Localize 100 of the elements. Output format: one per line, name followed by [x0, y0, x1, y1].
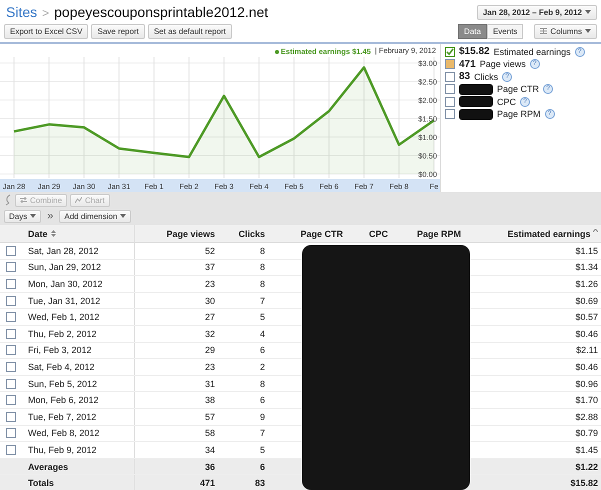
columns-dropdown[interactable]: Columns: [534, 24, 597, 38]
table-cell-text: 37: [204, 262, 216, 272]
table-cell-text: 32: [204, 328, 216, 339]
metric-label: Estimated earnings: [494, 46, 571, 57]
table-cell-text: $1.70: [574, 395, 599, 406]
table-cell-text: 7: [258, 296, 266, 306]
column-header[interactable]: Page CTR: [268, 228, 346, 238]
metric-label: Page views: [480, 59, 526, 70]
sort-icon: [593, 228, 598, 232]
table-cell-text: $0.57: [574, 312, 599, 322]
metric-checkbox[interactable]: [445, 96, 455, 107]
row-checkbox[interactable]: [6, 362, 16, 372]
sort-icon: [50, 230, 56, 237]
table-cell-text: 27: [204, 312, 216, 322]
table-cell-text: 34: [204, 444, 216, 455]
column-header[interactable]: Date: [22, 225, 135, 242]
metric-label: CPC: [497, 96, 516, 107]
metric-label: Page CTR: [497, 84, 540, 94]
date-cell: Averages: [22, 458, 135, 474]
table-cell-text: 8: [258, 278, 266, 289]
row-checkbox[interactable]: [6, 262, 16, 272]
table-cell-text: $0.46: [574, 362, 599, 372]
table-cell-text: 38: [204, 395, 216, 406]
row-checkbox[interactable]: [6, 312, 16, 322]
table-cell-text: $1.34: [574, 262, 599, 272]
table-cell-text: $1.15: [574, 246, 599, 256]
metric-value: $15.82: [459, 46, 490, 58]
date-cell: Mon, Feb 6, 2012: [22, 392, 135, 408]
view-tab[interactable]: Events: [486, 24, 524, 38]
table-cell-text: 23: [204, 362, 216, 372]
metric-checkbox[interactable]: [445, 46, 455, 57]
line-chart-icon: [75, 197, 82, 203]
row-checkbox[interactable]: [6, 246, 16, 256]
metric-checkbox[interactable]: [445, 59, 455, 70]
table-cell-text: $1.22: [574, 462, 599, 472]
date-cell: Tue, Feb 7, 2012: [22, 408, 135, 425]
date-cell: Sun, Feb 5, 2012: [22, 376, 135, 392]
swap-icon: [20, 197, 27, 203]
date-cell: Sun, Jan 29, 2012: [22, 260, 135, 276]
table-cell-text: 471: [198, 478, 216, 488]
table-cell-text: $0.96: [574, 378, 599, 389]
pin-icon: [4, 194, 12, 206]
row-checkbox[interactable]: [6, 328, 16, 339]
table-cell-text: $2.88: [574, 412, 599, 422]
table-cell-text: 36: [204, 462, 216, 472]
date-cell: Totals: [22, 475, 135, 490]
report-action-button[interactable]: Export to Excel CSV: [4, 24, 88, 38]
caret-icon: [120, 214, 126, 218]
metric-value: 471: [459, 58, 476, 70]
table-cell-text: 23: [204, 278, 216, 289]
row-checkbox[interactable]: [6, 444, 16, 455]
date-cell: Tue, Jan 31, 2012: [22, 292, 135, 308]
row-checkbox[interactable]: [6, 345, 16, 356]
table-cell-text: $2.11: [575, 345, 599, 356]
row-checkbox[interactable]: [6, 296, 16, 306]
breadcrumb-separator: >: [42, 6, 50, 20]
table-cell-text: 52: [204, 246, 216, 256]
add-dimension-dropdown[interactable]: Add dimension: [59, 210, 132, 222]
table-cell-text: 5: [258, 312, 266, 322]
table-cell-text: 6: [258, 395, 266, 406]
table-cell-text: 31: [204, 378, 216, 389]
caret-icon: [585, 29, 591, 33]
row-checkbox[interactable]: [6, 278, 16, 289]
report-action-button[interactable]: Set as default report: [148, 24, 232, 38]
metric-label: Page RPM: [497, 109, 541, 120]
report-action-button[interactable]: Save report: [91, 24, 145, 38]
table-cell-text: 8: [258, 262, 266, 272]
table-cell-text: 7: [258, 428, 266, 438]
caret-icon: [30, 214, 36, 218]
table-cell-text: 8: [258, 378, 266, 389]
date-cell: Sat, Feb 4, 2012: [22, 359, 135, 375]
dimension-dropdown[interactable]: Days: [4, 210, 42, 222]
columns-icon: [540, 28, 548, 34]
metric-checkbox[interactable]: [445, 109, 455, 120]
table-cell-text: $15.82: [569, 478, 599, 488]
table-cell-text: $0.79: [574, 428, 599, 438]
table-cell-text: 30: [204, 296, 216, 306]
column-header[interactable]: Estimated earnings: [464, 228, 601, 238]
table-cell-text: 2: [258, 362, 266, 372]
row-checkbox[interactable]: [6, 412, 16, 422]
table-cell-text: 29: [204, 345, 216, 356]
table-cell-text: 6: [258, 462, 266, 472]
row-checkbox[interactable]: [6, 378, 16, 389]
table-cell-text: $1.26: [574, 278, 599, 289]
column-header[interactable]: CPC: [346, 228, 391, 238]
column-header[interactable]: Page views: [135, 228, 218, 238]
row-checkbox[interactable]: [6, 395, 16, 406]
date-cell: Thu, Feb 2, 2012: [22, 326, 135, 342]
date-range-dropdown[interactable]: Jan 28, 2012 – Feb 9, 2012: [476, 4, 597, 20]
metric-checkbox[interactable]: [445, 84, 455, 94]
column-header[interactable]: Clicks: [218, 228, 268, 238]
table-cell-text: 5: [258, 444, 266, 455]
date-cell: Fri, Feb 3, 2012: [22, 342, 135, 358]
metric-label: Clicks: [474, 72, 498, 82]
row-checkbox[interactable]: [6, 428, 16, 438]
breadcrumb-link[interactable]: Sites: [6, 4, 38, 20]
date-cell: Wed, Feb 1, 2012: [22, 309, 135, 325]
column-header[interactable]: Page RPM: [391, 228, 464, 238]
metric-checkbox[interactable]: [445, 72, 455, 82]
table-cell-text: 57: [204, 412, 216, 422]
